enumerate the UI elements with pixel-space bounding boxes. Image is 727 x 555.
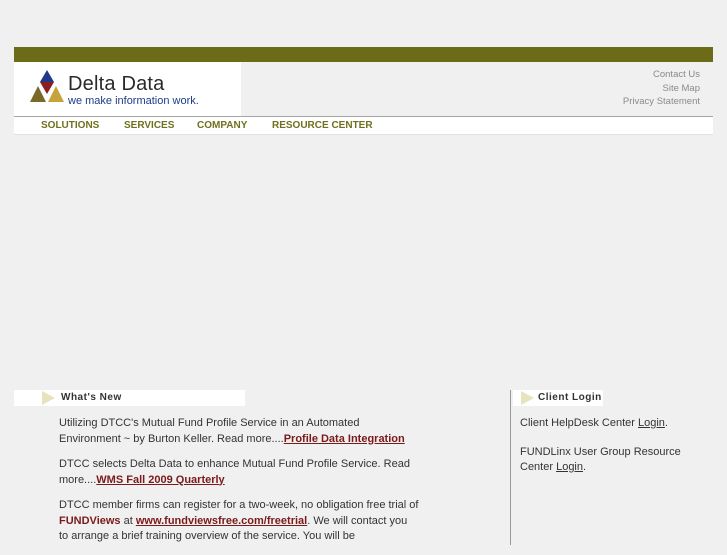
contact-us-link[interactable]: Contact Us bbox=[623, 68, 700, 82]
fundviews-brand: FUNDViews bbox=[59, 514, 121, 527]
client-item-text: FUNDLinx User Group Resource Center bbox=[520, 445, 681, 474]
news-item: DTCC member firms can register for a two… bbox=[59, 498, 419, 545]
site-map-link[interactable]: Site Map bbox=[623, 82, 701, 96]
profile-data-integration-link[interactable]: Profile Data Integration bbox=[284, 433, 405, 445]
nav-solutions[interactable]: SOLUTIONS bbox=[41, 120, 99, 131]
nav-resource-center[interactable]: RESOURCE CENTER bbox=[272, 120, 373, 131]
nav-company[interactable]: COMPANY bbox=[197, 120, 247, 131]
client-item-text: . bbox=[583, 461, 587, 473]
whats-new-header: What's New bbox=[14, 390, 245, 406]
brand-tagline: we make information work. bbox=[68, 95, 199, 107]
main-nav: SOLUTIONS SERVICES COMPANY RESOURCE CENT… bbox=[14, 117, 713, 135]
arrow-right-icon bbox=[42, 391, 55, 405]
fundlinx-login-link[interactable]: Login bbox=[556, 461, 583, 473]
client-item: Client HelpDesk Center Login. bbox=[520, 416, 710, 432]
client-item-text: . bbox=[664, 417, 668, 429]
delta-logo-icon bbox=[30, 70, 64, 102]
client-login-header: Client Login bbox=[513, 390, 603, 406]
news-item: DTCC selects Delta Data to enhance Mutua… bbox=[59, 457, 419, 488]
utility-links: Contact Us Site Map Privacy Statement bbox=[623, 68, 700, 109]
helpdesk-login-link[interactable]: Login bbox=[638, 417, 665, 429]
news-item-text: at bbox=[120, 514, 136, 527]
news-item: Utilizing DTCC's Mutual Fund Profile Ser… bbox=[59, 416, 419, 447]
client-item: FUNDLinx User Group Resource Center Logi… bbox=[520, 445, 710, 476]
column-divider bbox=[510, 390, 511, 545]
nav-services[interactable]: SERVICES bbox=[124, 120, 174, 131]
client-login-title: Client Login bbox=[538, 392, 602, 403]
top-color-bar bbox=[14, 47, 713, 62]
privacy-statement-link[interactable]: Privacy Statement bbox=[623, 95, 700, 109]
news-item-text: DTCC member firms can register for a two… bbox=[59, 499, 419, 511]
client-login-list: Client HelpDesk Center Login. FUNDLinx U… bbox=[520, 416, 710, 489]
brand-name: Delta Data bbox=[68, 73, 165, 95]
whats-new-title: What's New bbox=[61, 392, 122, 403]
wms-quarterly-link[interactable]: WMS Fall 2009 Quarterly bbox=[96, 474, 224, 486]
arrow-right-icon bbox=[521, 391, 534, 405]
fundviews-trial-link[interactable]: www.fundviewsfree.com/freetrial bbox=[136, 515, 307, 527]
client-item-text: Client HelpDesk Center bbox=[520, 417, 638, 429]
whats-new-list: Utilizing DTCC's Mutual Fund Profile Ser… bbox=[59, 416, 419, 555]
logo[interactable]: Delta Data we make information work. bbox=[14, 62, 241, 116]
